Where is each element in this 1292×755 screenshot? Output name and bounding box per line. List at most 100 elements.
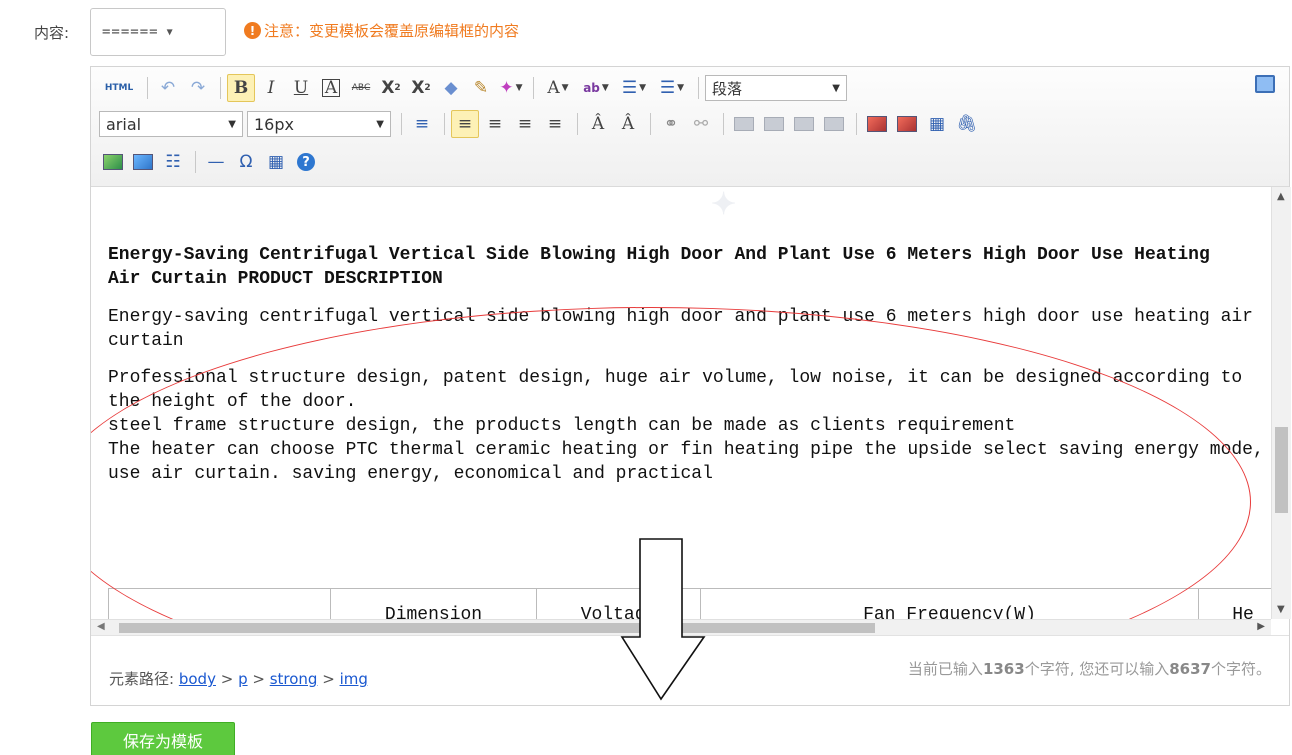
link-icon[interactable]: ⚭ (657, 110, 685, 138)
path-link-p[interactable]: p (238, 670, 248, 688)
unlink-icon[interactable]: ⚯ (687, 110, 715, 138)
help-icon[interactable]: ? (292, 148, 320, 176)
scroll-up-icon[interactable]: ▲ (1277, 191, 1285, 202)
path-link-strong[interactable]: strong (270, 670, 318, 688)
table-header-cell (108, 588, 331, 619)
toolbar-separator (401, 113, 402, 135)
ordered-list-icon[interactable]: ☰ ▼ (616, 74, 652, 102)
special-chars-icon[interactable]: Ω (232, 148, 260, 176)
strikethrough-button[interactable]: ABC (347, 74, 375, 102)
align-center-icon[interactable]: ≡ (481, 110, 509, 138)
table-header-row: Dimension Voltage Fan Frequency(W) He (108, 588, 1271, 619)
subscript-button[interactable]: X2 (407, 74, 435, 102)
font-family-value: arial (106, 114, 142, 134)
chevron-down-icon: ▼ (228, 118, 236, 130)
toolbar-row-3: ☷ — Ω ▦ ? (99, 147, 322, 177)
count-suffix: 个字符。 (1210, 660, 1271, 678)
character-count: 当前已输入1363个字符, 您还可以输入8637个字符。 (908, 658, 1271, 679)
product-intro-paragraph: Energy-saving centrifugal vertical side … (108, 307, 1253, 351)
format-painter-icon[interactable]: ✎ (467, 74, 495, 102)
unordered-list-icon[interactable]: ☰ ▼ (654, 74, 690, 102)
horizontal-rule-icon[interactable]: — (202, 148, 230, 176)
insert-video-icon[interactable]: ▦ (923, 110, 951, 138)
toolbar-separator (147, 77, 148, 99)
feature-line-frame: steel frame structure design, the produc… (108, 416, 1016, 436)
auto-format-icon[interactable]: ✦ ▼ (497, 74, 525, 102)
superscript-button[interactable]: X2 (377, 74, 405, 102)
fullscreen-icon[interactable] (1255, 75, 1275, 93)
image-right-icon[interactable] (790, 110, 818, 138)
table-header-cell: Fan Frequency(W) (700, 588, 1199, 619)
path-link-img[interactable]: img (340, 670, 368, 688)
toolbar-separator (533, 77, 534, 99)
template-select[interactable]: ====== ▼ (90, 8, 226, 56)
count-mid: 个字符, 您还可以输入 (1024, 660, 1170, 678)
insert-table-icon[interactable]: ▦ (262, 148, 290, 176)
image-left-icon[interactable] (760, 110, 788, 138)
font-color-button[interactable]: A ▼ (540, 74, 576, 102)
count-prefix: 当前已输入 (907, 660, 983, 678)
image-none-icon[interactable] (730, 110, 758, 138)
insert-map-icon[interactable] (99, 148, 127, 176)
feature-line-heater: The heater can choose PTC thermal cerami… (108, 440, 1264, 484)
element-path-label: 元素路径: (109, 670, 175, 688)
product-features-paragraph: Professional structure design, patent de… (108, 366, 1268, 486)
font-grow-icon[interactable]: Â (584, 110, 612, 138)
insert-gmap-icon[interactable] (129, 148, 157, 176)
font-family-select[interactable]: arial ▼ (99, 111, 243, 137)
editor-toolbar: HTML ↶ ↷ B I U A ABC X2 X2 ◆ ✎ ✦ ▼ A ▼ ab ▼… (91, 67, 1289, 187)
html-source-button[interactable]: HTML (99, 74, 139, 102)
toolbar-separator (723, 113, 724, 135)
scroll-right-icon[interactable]: ▶ (1257, 621, 1265, 632)
toolbar-separator (650, 113, 651, 135)
table-header-cell: He (1198, 588, 1271, 619)
bold-button[interactable]: B (227, 74, 255, 102)
chevron-down-icon: ▼ (832, 82, 840, 94)
indent-icon[interactable]: ≡ (408, 110, 436, 138)
toolbar-separator (577, 113, 578, 135)
template-warning: ! 注意：变更模板会覆盖原编辑框的内容 (244, 20, 519, 41)
underline-button[interactable]: U (287, 74, 315, 102)
font-border-button[interactable]: A (317, 74, 345, 102)
italic-button[interactable]: I (257, 74, 285, 102)
horizontal-scrollbar[interactable]: ◀ ▶ (91, 619, 1271, 635)
editor-content-area[interactable]: ✦ Energy-Saving Centrifugal Vertical Sid… (91, 187, 1271, 619)
warning-icon: ! (244, 22, 261, 39)
scroll-left-icon[interactable]: ◀ (97, 621, 105, 632)
editor-statusbar: 元素路径: body > p > strong > img 当前已输入1363个… (91, 635, 1289, 705)
font-shrink-icon[interactable]: Â (614, 110, 642, 138)
highlight-color-button[interactable]: ab ▼ (578, 74, 614, 102)
font-size-value: 16px (254, 114, 294, 134)
feature-line-design: Professional structure design, patent de… (108, 368, 1243, 412)
chevron-down-icon: ▼ (376, 118, 384, 130)
attachment-icon[interactable]: 🖇 (953, 110, 981, 138)
table-header-cell: Voltage (536, 588, 701, 619)
scroll-down-icon[interactable]: ▼ (1277, 604, 1285, 615)
content-label: 内容: (34, 24, 70, 42)
eraser-icon[interactable]: ◆ (437, 74, 465, 102)
warning-text: 注意：变更模板会覆盖原编辑框的内容 (264, 22, 520, 40)
product-heading: Energy-Saving Centrifugal Vertical Side … (108, 245, 1210, 289)
toolbar-separator (220, 77, 221, 99)
font-size-select[interactable]: 16px ▼ (247, 111, 391, 137)
pagebreak-icon[interactable]: ☷ (159, 148, 187, 176)
image-center-icon[interactable] (820, 110, 848, 138)
chevron-down-icon: ▼ (166, 26, 174, 38)
paragraph-select[interactable]: 段落 ▼ (705, 75, 847, 101)
save-template-button[interactable]: 保存为模板 (91, 722, 235, 755)
toolbar-separator (444, 113, 445, 135)
horizontal-scroll-thumb[interactable] (119, 623, 875, 633)
path-link-body[interactable]: body (179, 670, 216, 688)
multi-image-icon[interactable] (893, 110, 921, 138)
align-left-icon[interactable]: ≡ (451, 110, 479, 138)
align-right-icon[interactable]: ≡ (511, 110, 539, 138)
toolbar-row-1: HTML ↶ ↷ B I U A ABC X2 X2 ◆ ✎ ✦ ▼ A ▼ ab ▼… (99, 73, 851, 103)
vertical-scroll-thumb[interactable] (1275, 427, 1288, 513)
paragraph-select-value: 段落 (712, 79, 743, 98)
vertical-scrollbar[interactable]: ▲ ▼ (1271, 187, 1291, 619)
table-header-cell: Dimension (330, 588, 537, 619)
redo-button[interactable]: ↷ (184, 74, 212, 102)
undo-button[interactable]: ↶ (154, 74, 182, 102)
align-justify-icon[interactable]: ≡ (541, 110, 569, 138)
insert-image-icon[interactable] (863, 110, 891, 138)
